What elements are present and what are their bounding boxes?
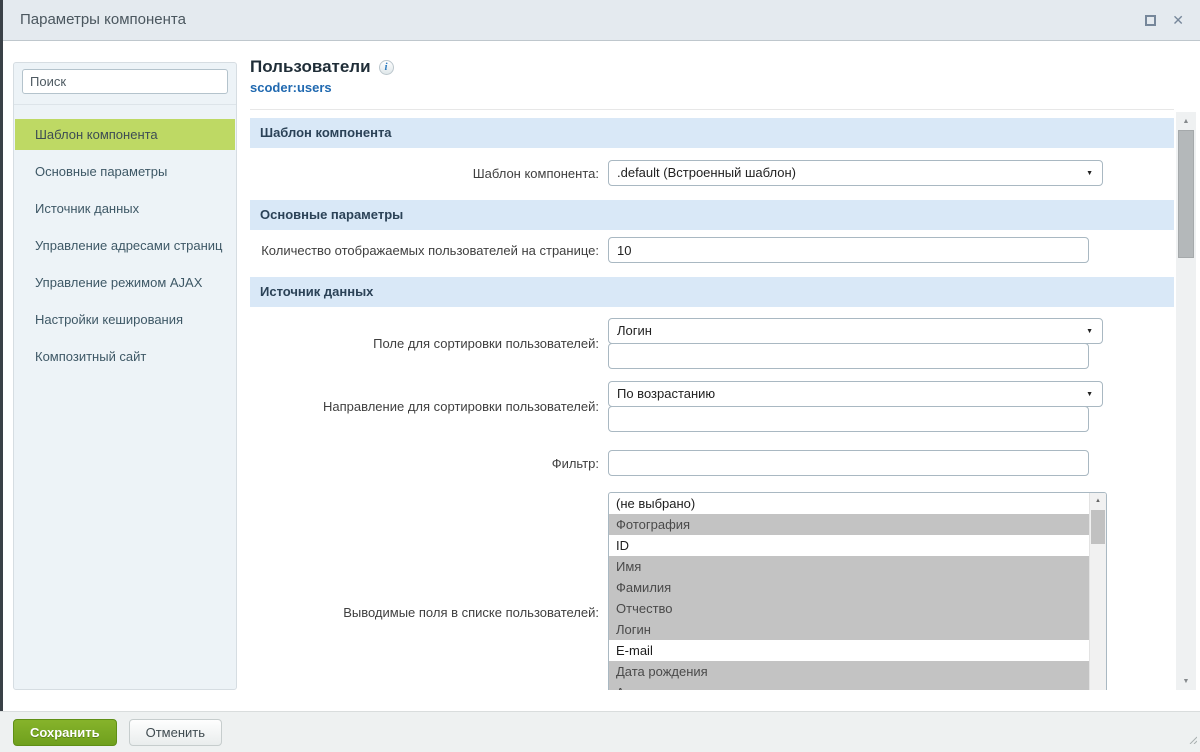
- sidebar-item-composite-site[interactable]: Композитный сайт: [15, 341, 235, 372]
- listbox-option[interactable]: Фотография: [609, 514, 1089, 535]
- field-label: Фильтр:: [250, 456, 608, 471]
- chevron-down-icon: ▼: [1086, 170, 1093, 177]
- template-select[interactable]: .default (Встроенный шаблон) ▼: [608, 160, 1103, 186]
- resize-handle-icon[interactable]: [1188, 731, 1197, 749]
- chevron-down-icon: ▼: [1086, 391, 1093, 398]
- search-input[interactable]: [22, 69, 228, 94]
- listbox-option[interactable]: Фамилия: [609, 577, 1089, 598]
- maximize-icon[interactable]: [1145, 15, 1156, 26]
- settings-sidebar: Шаблон компонента Основные параметры Ист…: [13, 62, 237, 690]
- dialog-footer: Сохранить Отменить: [0, 711, 1200, 752]
- scroll-up-icon[interactable]: ▲: [1090, 493, 1106, 509]
- window-controls: ✕: [1145, 0, 1184, 40]
- sidebar-item-ajax-mode[interactable]: Управление режимом AJAX: [15, 267, 235, 298]
- sidebar-item-data-source[interactable]: Источник данных: [15, 193, 235, 224]
- listbox-option[interactable]: Дата рождения: [609, 661, 1089, 682]
- form-row-filter: Фильтр:: [250, 450, 1174, 476]
- sidebar-menu: Шаблон компонента Основные параметры Ист…: [14, 119, 236, 372]
- listbox-scrollbar-thumb[interactable]: [1091, 510, 1105, 544]
- sidebar-divider: [14, 104, 236, 105]
- sidebar-item-main-parameters[interactable]: Основные параметры: [15, 156, 235, 187]
- field-label: Шаблон компонента:: [250, 166, 608, 181]
- listbox-option[interactable]: Отчество: [609, 598, 1089, 619]
- scroll-down-icon[interactable]: ▼: [1176, 673, 1196, 689]
- listbox-options: (не выбрано) Фотография ID Имя Фамилия О…: [609, 493, 1089, 690]
- page-title: Пользователи: [250, 57, 371, 77]
- info-icon[interactable]: i: [379, 60, 394, 75]
- page-edge-strip: [0, 0, 3, 712]
- form-row-sort-direction: Направление для сортировки пользователей…: [250, 381, 1174, 432]
- users-per-page-input[interactable]: [608, 237, 1089, 263]
- listbox-option[interactable]: E-mail: [609, 640, 1089, 661]
- close-icon[interactable]: ✕: [1172, 13, 1184, 27]
- form-row-output-fields: Выводимые поля в списке пользователей: (…: [250, 492, 1174, 690]
- sidebar-item-page-urls[interactable]: Управление адресами страниц: [15, 230, 235, 261]
- sidebar-item-component-template[interactable]: Шаблон компонента: [15, 119, 235, 150]
- filter-input[interactable]: [608, 450, 1089, 476]
- component-code: scoder:users: [250, 80, 1174, 95]
- sidebar-item-caching[interactable]: Настройки кеширования: [15, 304, 235, 335]
- field-label: Количество отображаемых пользователей на…: [250, 243, 608, 258]
- listbox-option[interactable]: Активность: [609, 682, 1089, 690]
- section-header-main-parameters: Основные параметры: [250, 200, 1174, 230]
- component-header: Пользователи i scoder:users: [250, 55, 1174, 110]
- form-row-template: Шаблон компонента: .default (Встроенный …: [250, 160, 1174, 186]
- field-label: Выводимые поля в списке пользователей:: [250, 605, 608, 620]
- dialog-titlebar: Параметры компонента ✕: [3, 0, 1200, 41]
- section-header-component-template: Шаблон компонента: [250, 118, 1174, 148]
- form-row-per-page: Количество отображаемых пользователей на…: [250, 237, 1174, 263]
- settings-form-panel: Пользователи i scoder:users Шаблон компо…: [250, 55, 1174, 690]
- save-button[interactable]: Сохранить: [13, 719, 117, 746]
- form-row-sort-field: Поле для сортировки пользователей: Логин…: [250, 318, 1174, 369]
- scroll-up-icon[interactable]: ▲: [1176, 113, 1196, 129]
- dialog-title: Параметры компонента: [20, 0, 186, 40]
- field-label: Направление для сортировки пользователей…: [250, 399, 608, 414]
- form-scrollbar-thumb[interactable]: [1178, 130, 1194, 258]
- cancel-button[interactable]: Отменить: [129, 719, 222, 746]
- output-fields-listbox[interactable]: (не выбрано) Фотография ID Имя Фамилия О…: [608, 492, 1107, 690]
- sort-field-select[interactable]: Логин ▼: [608, 318, 1103, 344]
- listbox-scrollbar: ▲: [1089, 493, 1106, 690]
- listbox-option[interactable]: Логин: [609, 619, 1089, 640]
- sort-direction-select[interactable]: По возрастанию ▼: [608, 381, 1103, 407]
- sort-direction-custom-input[interactable]: [608, 406, 1089, 432]
- sort-field-custom-input[interactable]: [608, 343, 1089, 369]
- section-header-data-source: Источник данных: [250, 277, 1174, 307]
- listbox-option[interactable]: (не выбрано): [609, 493, 1089, 514]
- field-label: Поле для сортировки пользователей:: [250, 336, 608, 351]
- listbox-option[interactable]: ID: [609, 535, 1089, 556]
- form-scrollbar: ▲ ▼: [1176, 112, 1196, 690]
- listbox-option[interactable]: Имя: [609, 556, 1089, 577]
- component-parameters-dialog: Параметры компонента ✕ Шаблон компонента…: [0, 0, 1200, 752]
- chevron-down-icon: ▼: [1086, 328, 1093, 335]
